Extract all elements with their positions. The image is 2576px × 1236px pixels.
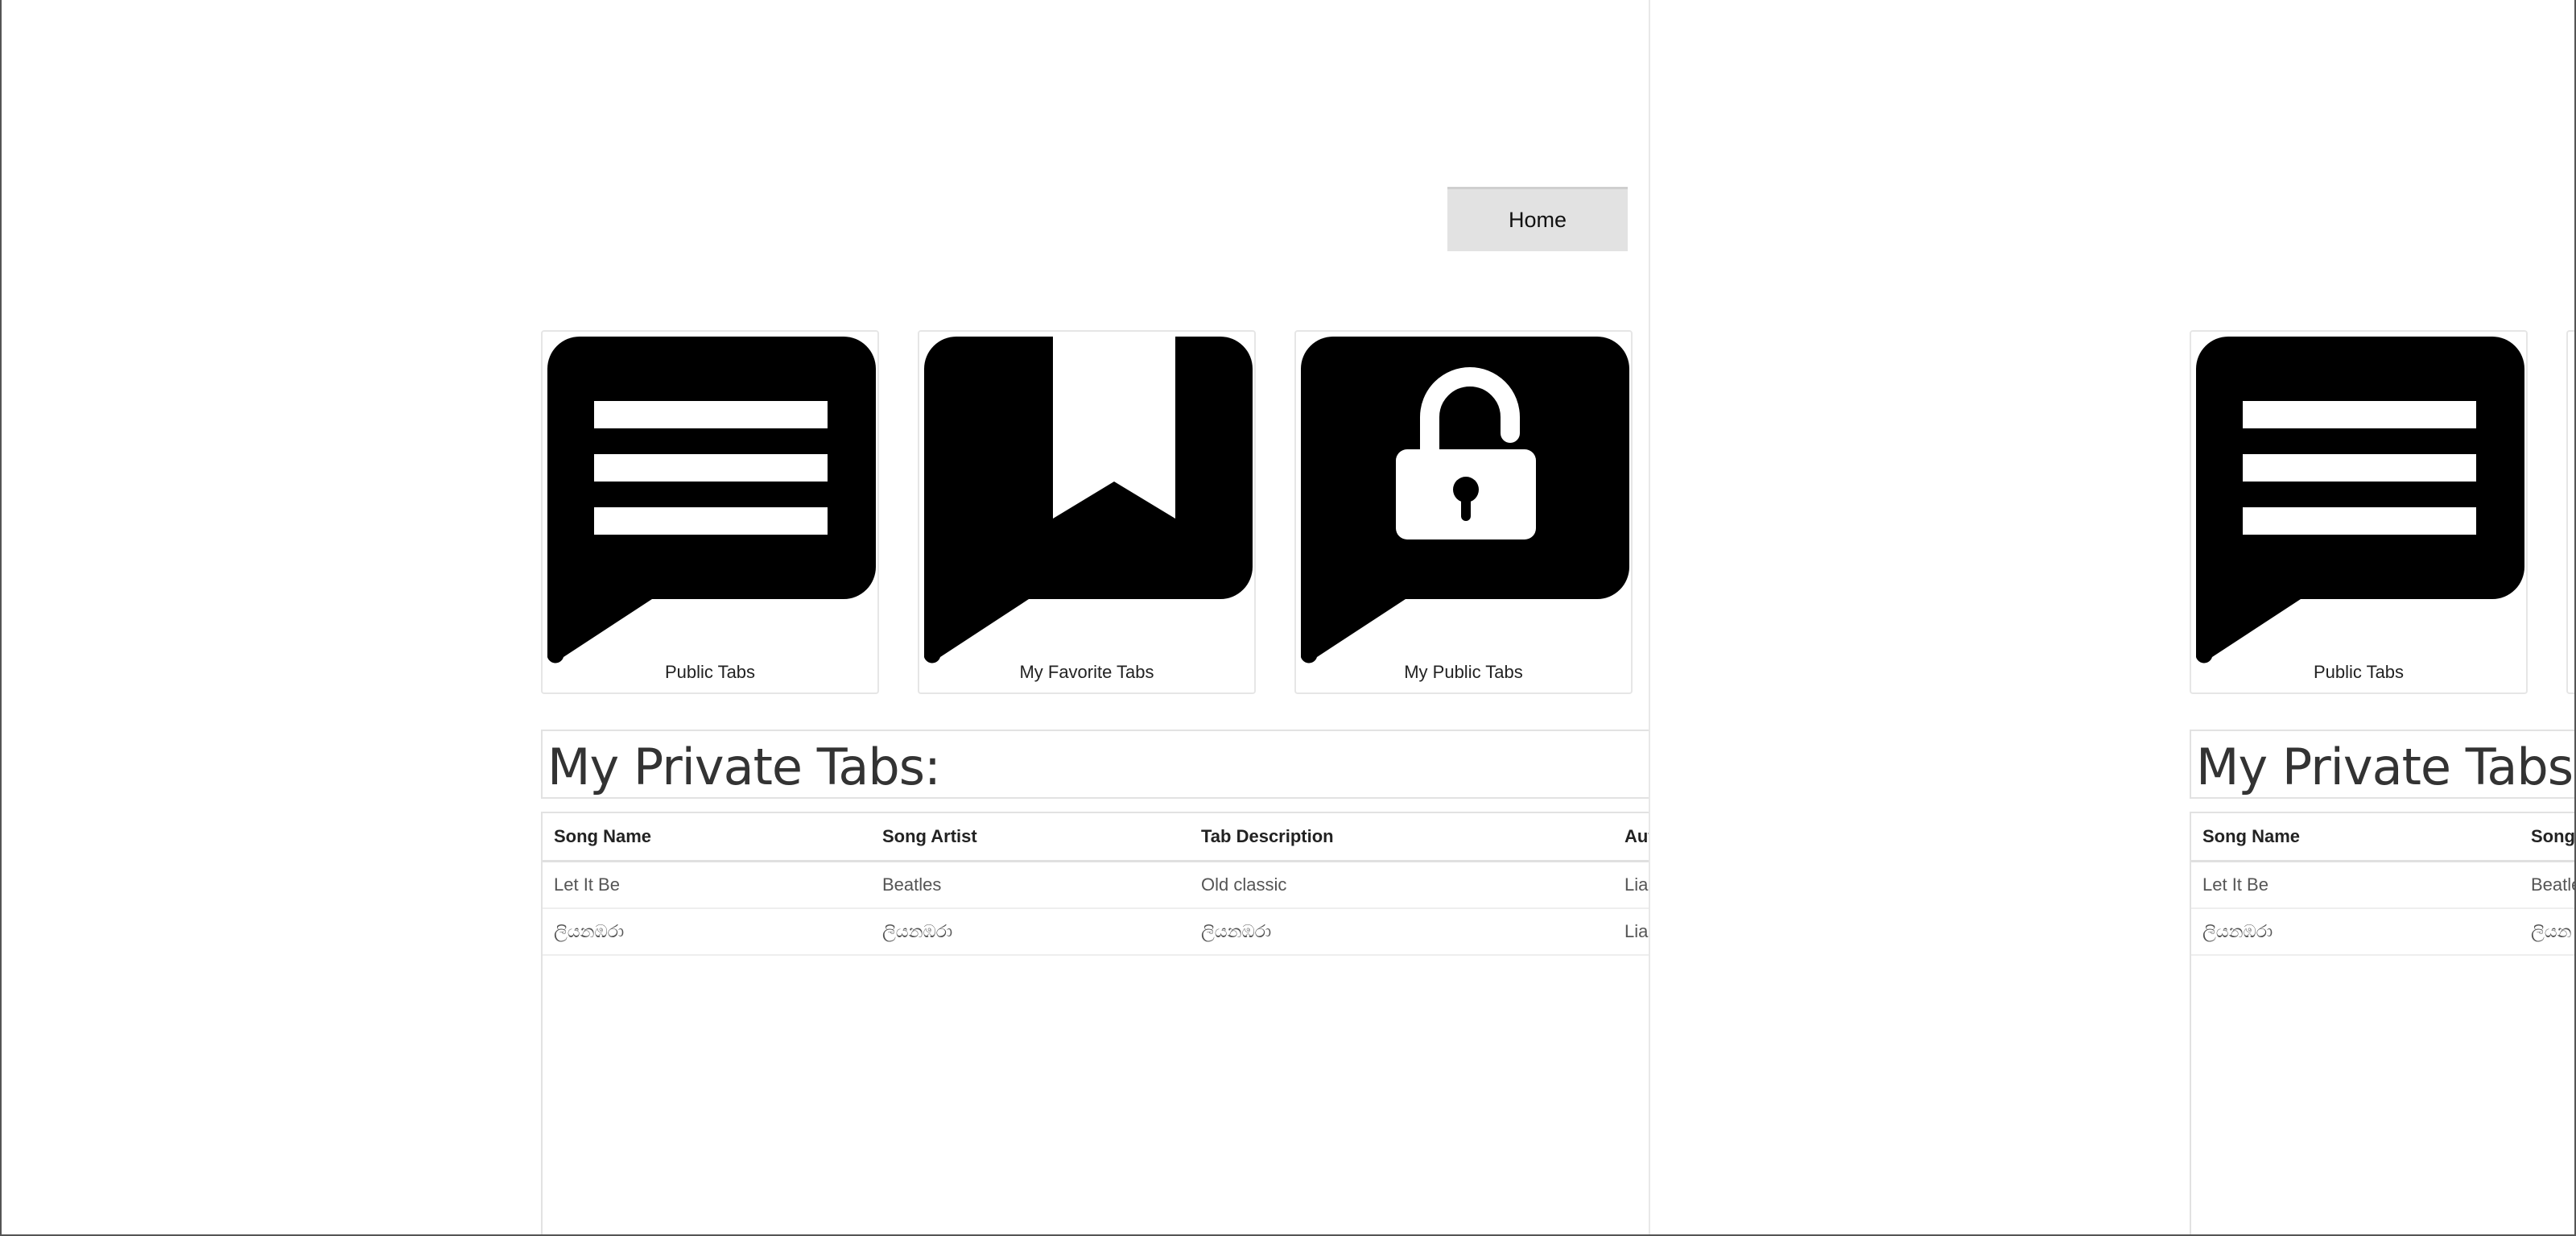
cell-song-artist: Beatles — [882, 874, 942, 895]
card-my-public-tabs[interactable]: My Public Tabs — [1294, 330, 1633, 694]
table-row[interactable]: ලියනඹරා ලියනඹරා ලියනඹරා Lia — [543, 909, 1649, 956]
card-public-tabs[interactable]: Public Tabs — [2190, 330, 2528, 694]
chat-lines-icon — [2196, 337, 2524, 663]
page-title: My Private Tabs: — [2196, 738, 2576, 796]
cell-song-artist: ලියනඹරා — [882, 921, 953, 941]
right-pane: Public Tabs My Private Tabs: Song Name S… — [1650, 0, 2576, 1236]
cell-author: Lia — [1624, 874, 1649, 895]
private-tabs-header: My Private Tabs: — [541, 730, 1649, 799]
column-header-song-artist[interactable]: Song A — [2531, 813, 2576, 860]
card-label: Public Tabs — [664, 662, 756, 682]
table-header: Song Name Song Artist Tab Description Au… — [543, 813, 1649, 862]
cell-song-artist: Beatle — [2531, 874, 2576, 895]
cell-song-name: ලියනඹරා — [2202, 921, 2273, 941]
column-header-author[interactable]: Aut — [1624, 813, 1649, 860]
cell-song-name: ලියනඹරා — [554, 921, 625, 941]
card-my-favorite-tabs[interactable]: My Favorite Tabs — [918, 330, 1256, 694]
cell-author: Lia — [1624, 921, 1649, 941]
private-tabs-table: Song Name Song Artist Tab Description Au… — [541, 812, 1649, 1236]
chat-lines-icon — [547, 337, 876, 663]
home-button[interactable]: Home — [1447, 187, 1628, 251]
card-public-tabs[interactable]: Public Tabs — [541, 330, 879, 694]
bookmark-icon — [924, 337, 1253, 663]
table-header: Song Name Song A — [2191, 813, 2576, 862]
card-label: My Public Tabs — [1404, 662, 1523, 682]
column-header-song-name[interactable]: Song Name — [2202, 813, 2300, 860]
cell-tab-description: ලියනඹරා — [1201, 921, 1272, 941]
cell-song-name: Let It Be — [554, 874, 620, 895]
column-header-tab-description[interactable]: Tab Description — [1201, 813, 1334, 860]
table-row[interactable]: Let It Be Beatles Old classic Lia — [543, 862, 1649, 909]
cell-song-artist: ලියන — [2531, 921, 2572, 941]
private-tabs-table: Song Name Song A Let It Be Beatle ලියනඹර… — [2190, 812, 2576, 1236]
column-header-song-artist[interactable]: Song Artist — [882, 813, 977, 860]
left-pane: Home Public Tabs My Favorite Tabs My Pub… — [0, 0, 1649, 1236]
cell-song-name: Let It Be — [2202, 874, 2268, 895]
unlock-icon — [1301, 337, 1629, 663]
table-row[interactable]: Let It Be Beatle — [2191, 862, 2576, 909]
card-label: My Favorite Tabs — [1019, 662, 1154, 682]
column-header-song-name[interactable]: Song Name — [554, 813, 651, 860]
card-label: Public Tabs — [2313, 662, 2405, 682]
private-tabs-header: My Private Tabs: — [2190, 730, 2576, 799]
cell-tab-description: Old classic — [1201, 874, 1287, 895]
page-title: My Private Tabs: — [547, 738, 941, 796]
table-row[interactable]: ලියනඹරා ලියන — [2191, 909, 2576, 956]
